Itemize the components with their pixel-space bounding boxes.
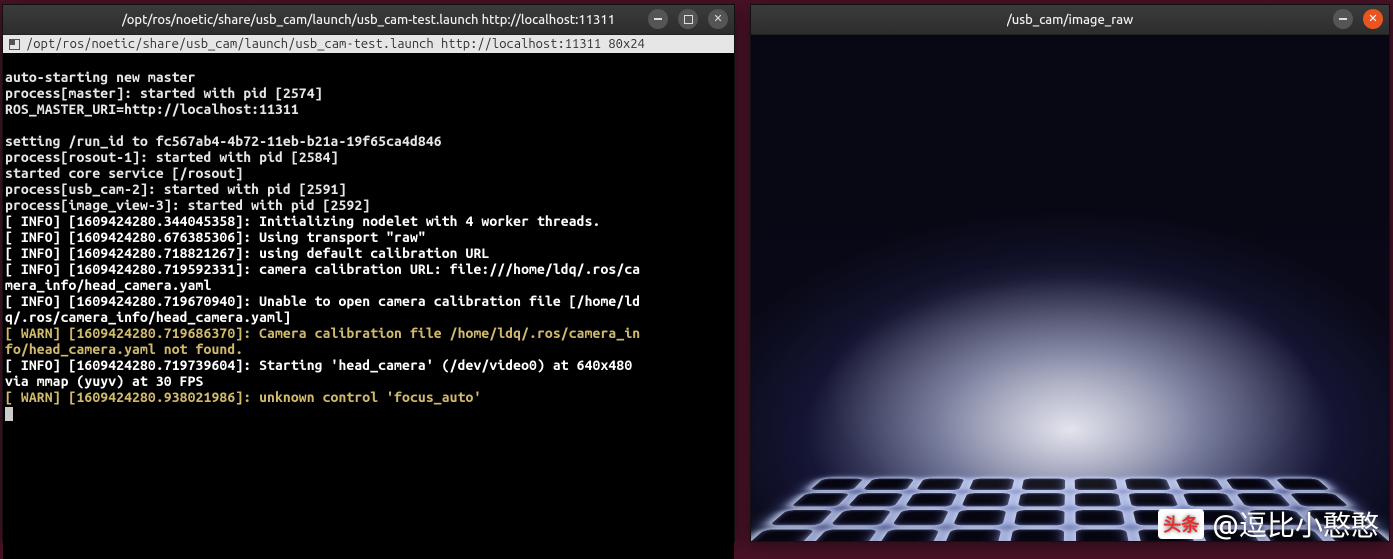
keyboard-key-icon xyxy=(1191,510,1248,525)
keyboard-key-icon xyxy=(791,493,850,506)
terminal-line: [ INFO] [1609424280.719670940]: Unable t… xyxy=(5,293,732,309)
keyboard-key-icon xyxy=(962,493,1011,506)
keyboard-key-icon xyxy=(1075,479,1118,491)
terminal-line: q/.ros/camera_info/head_camera.yaml] xyxy=(5,309,732,325)
image-viewer-titlebar[interactable]: /usb_cam/image_raw xyxy=(751,5,1389,35)
terminal-tab-icon xyxy=(9,39,20,50)
keyboard-key-icon xyxy=(1263,530,1330,541)
keyboard-key-icon xyxy=(811,530,878,541)
keyboard-key-icon xyxy=(1015,510,1065,525)
terminal-line: process[image_view-3]: started with pid … xyxy=(5,197,732,213)
keyboard-key-icon xyxy=(1129,493,1178,506)
keyboard-key-icon xyxy=(1306,510,1370,525)
terminal-title: /opt/ros/noetic/share/usb_cam/launch/usb… xyxy=(122,13,615,27)
keyboard-key-icon xyxy=(1200,530,1263,541)
keyboard-key-icon xyxy=(863,479,914,491)
keyboard-key-icon xyxy=(751,530,815,541)
close-button[interactable] xyxy=(708,9,728,29)
terminal-titlebar[interactable]: /opt/ros/noetic/share/usb_cam/launch/usb… xyxy=(3,5,734,35)
terminal-window-controls xyxy=(648,9,728,29)
keyboard-key-icon xyxy=(905,493,958,506)
minimize-button[interactable] xyxy=(1333,9,1353,29)
terminal-line: [ INFO] [1609424280.718821267]: using de… xyxy=(5,245,732,261)
terminal-line: auto-starting new master xyxy=(5,69,732,85)
camera-feed-image xyxy=(751,35,1389,541)
terminal-line: setting /run_id to fc567ab4-4b72-11eb-b2… xyxy=(5,133,732,149)
keyboard-key-icon xyxy=(1236,493,1292,506)
terminal-line: fo/head_camera.yaml not found. xyxy=(5,341,732,357)
terminal-line: via mmap (yuyv) at 30 FPS xyxy=(5,373,732,389)
keyboard-key-icon xyxy=(1022,479,1065,491)
image-viewer-window: /usb_cam/image_raw xyxy=(750,4,1390,542)
keyboard-key-icon xyxy=(1075,510,1125,525)
image-viewer-title: /usb_cam/image_raw xyxy=(1007,13,1133,27)
terminal-window: /opt/ros/noetic/share/usb_cam/launch/usb… xyxy=(2,4,735,542)
keyboard-key-icon xyxy=(916,479,965,491)
camera-image-area xyxy=(751,35,1389,541)
terminal-tab-label: /opt/ros/noetic/share/usb_cam/launch/usb… xyxy=(26,35,645,53)
terminal-line: [ INFO] [1609424280.344045358]: Initiali… xyxy=(5,213,732,229)
keyboard-key-icon xyxy=(943,530,1001,541)
keyboard-key-icon xyxy=(810,479,864,491)
keyboard-key-icon xyxy=(1182,493,1235,506)
terminal-line: [ INFO] [1609424280.719739604]: Starting… xyxy=(5,357,732,373)
keyboard-key-icon xyxy=(1325,530,1389,541)
keyboard-key-icon xyxy=(848,493,904,506)
terminal-line xyxy=(5,117,732,133)
keyboard-key-icon xyxy=(1248,510,1309,525)
minimize-button[interactable] xyxy=(648,9,668,29)
close-button[interactable] xyxy=(1363,9,1383,29)
keyboard-key-icon xyxy=(953,510,1007,525)
terminal-line: [ WARN] [1609424280.719686370]: Camera c… xyxy=(5,325,732,341)
terminal-line: mera_info/head_camera.yaml xyxy=(5,277,732,293)
keyboard-key-icon xyxy=(1076,530,1130,541)
keyboard-key-icon xyxy=(877,530,940,541)
keyboard-key-icon xyxy=(831,510,892,525)
terminal-cursor xyxy=(5,407,13,421)
keyboard-key-icon xyxy=(1276,479,1330,491)
terminal-line: ROS_MASTER_URI=http://localhost:11311 xyxy=(5,101,732,117)
terminal-line: [ INFO] [1609424280.676385306]: Using tr… xyxy=(5,229,732,245)
image-viewer-window-controls xyxy=(1333,9,1383,29)
terminal-line: [ WARN] [1609424280.938021986]: unknown … xyxy=(5,389,732,405)
terminal-tab-bar[interactable]: /opt/ros/noetic/share/usb_cam/launch/usb… xyxy=(3,35,734,53)
maximize-button[interactable] xyxy=(678,9,698,29)
keyboard-key-icon xyxy=(1138,530,1196,541)
keyboard-key-icon xyxy=(1019,493,1065,506)
keyboard-key-icon xyxy=(1125,479,1171,491)
keyboard-key-icon xyxy=(1010,530,1064,541)
terminal-line: process[master]: started with pid [2574] xyxy=(5,85,732,101)
keyboard-key-icon xyxy=(969,479,1015,491)
terminal-line xyxy=(5,405,732,421)
keyboard-key-icon xyxy=(1290,493,1349,506)
keyboard-key-icon xyxy=(1075,493,1121,506)
keyboard-key-icon xyxy=(1175,479,1224,491)
keyboard-key-icon xyxy=(1226,479,1277,491)
terminal-line xyxy=(5,53,732,69)
terminal-line: [ INFO] [1609424280.719592331]: camera c… xyxy=(5,261,732,277)
terminal-line: process[usb_cam-2]: started with pid [25… xyxy=(5,181,732,197)
terminal-output[interactable]: auto-starting new masterprocess[master]:… xyxy=(3,53,734,559)
keyboard-key-icon xyxy=(770,510,834,525)
terminal-line: started core service [/rosout] xyxy=(5,165,732,181)
keyboard-key-icon xyxy=(1133,510,1187,525)
terminal-line: process[rosout-1]: started with pid [258… xyxy=(5,149,732,165)
keyboard-key-icon xyxy=(892,510,949,525)
